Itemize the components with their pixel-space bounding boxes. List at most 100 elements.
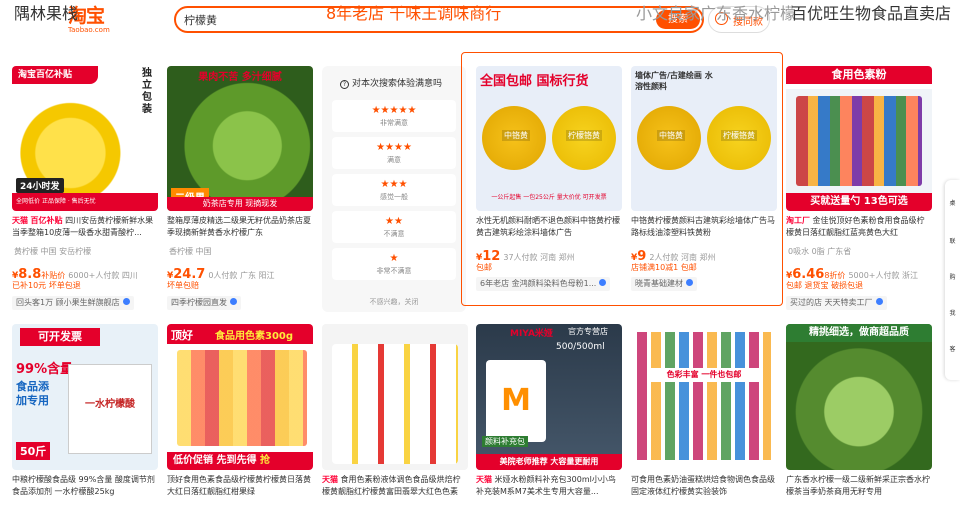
product-image[interactable]: 色彩丰富 一件也包邮: [631, 324, 777, 470]
bottom-strip: 美院老师推荐 大容量更耐用: [476, 454, 622, 470]
question-icon: ?: [340, 80, 349, 89]
product-title[interactable]: 中铬黄柠檬黄颜料古建筑彩绘墙体广告马路标线油漆塑料铁黄粉: [631, 215, 777, 240]
product-image[interactable]: 全国包邮 国标行货 中铬黄 柠檬铬黄 一公斤起售 一包25公斤 量大价优 可开发…: [476, 66, 622, 211]
volume-text: 500/500ml: [556, 342, 605, 352]
product-title[interactable]: 中粮柠檬酸食品级 99%含量 酸度调节剂食品添加剂 一水柠檬酸25kg: [12, 474, 158, 499]
shop-name[interactable]: 买过的店 天天特卖工厂: [786, 296, 887, 310]
survey-option[interactable]: ★★★★ 满意: [332, 137, 456, 169]
product-title[interactable]: 顶好食用色素食品级柠檬黄柠檬黄日落黄大红日落红靓脂红柑果绿: [167, 474, 313, 499]
product-image[interactable]: 顶好 食品用色素300g 低价促销 先到先得 抢: [167, 324, 313, 470]
tmall-tag: 天猫: [12, 216, 28, 225]
sales: 2人付款 河南 郑州: [649, 253, 716, 262]
image-headline: 墙体广告/古建绘画 水溶性颜料: [635, 71, 713, 91]
product-image[interactable]: MIYA米娅 官方专营店 500/500ml M 颜料补充包 美院老师推荐 大容…: [476, 324, 622, 470]
product-pack: M: [486, 360, 546, 442]
shop-name[interactable]: 晓青基础建材: [631, 277, 697, 291]
label-text: 柠檬铬黄: [566, 130, 602, 141]
survey-question: ? 对本次搜索体验满意吗: [340, 76, 442, 89]
stars-icon: ★★★★★: [371, 105, 417, 116]
badge: 24小时发: [16, 178, 64, 193]
product-image[interactable]: [322, 324, 468, 470]
brand-text: MIYA米娅: [510, 329, 553, 339]
bottles-image: [332, 344, 458, 464]
shop-label: 回头客1万 顾小果生鲜旗舰店: [16, 298, 120, 307]
subsidy-ribbon: 淘宝百亿补贴: [12, 66, 98, 84]
product-image[interactable]: 精挑细选，做商超品质: [786, 324, 932, 470]
shop-label: 买过的店 天天特卖工厂: [790, 298, 873, 307]
stars-icon: ★: [389, 253, 399, 264]
product-image[interactable]: 淘宝百亿补贴 独立包装 24小时发 全网低价 正品保障 · 售后无忧: [12, 66, 158, 211]
promo-badges: 店铺满10减1 包邮: [631, 263, 697, 272]
purity-text: 99%含量: [16, 362, 74, 377]
product-title[interactable]: 广东香水柠檬一级二级新鲜采正宗香水柠檬茶当季奶茶商用无籽专用: [786, 474, 932, 499]
product-image[interactable]: 可开发票 99%含量 食品添加专用 一水柠檬酸 50斤: [12, 324, 158, 470]
survey-option[interactable]: ★★★ 感觉一般: [332, 174, 456, 206]
sidebar-item[interactable]: 桌: [947, 198, 958, 207]
product-image[interactable]: 墙体广告/古建绘画 水溶性颜料 中铬黄 柠檬铬黄: [631, 66, 777, 211]
factory-tag: 淘工厂: [786, 216, 810, 225]
product-title[interactable]: 整箱厚薄皮精选二级果无籽优品奶茶店夏季现摘新鲜黄香水柠檬广东: [167, 215, 313, 240]
shop-name[interactable]: 6年老店 金鸿颜料染料色母粉1...: [476, 277, 611, 291]
weight-badge: 50斤: [16, 442, 51, 460]
image-headline: 果肉不苦 多汁细腻: [198, 72, 282, 83]
survey-option[interactable]: ★ 非常不满意: [332, 248, 456, 280]
price-note: 8折价: [824, 271, 846, 280]
product-title[interactable]: 天猫 百亿补贴 四川安岳黄柠檬新鲜水果当季整箱10皮薄一级香水甜青酸柠...: [12, 215, 158, 240]
promo-banner: 色彩丰富 一件也包邮: [647, 368, 761, 382]
shop-icon: [686, 279, 693, 286]
option-label: 满意: [387, 156, 401, 164]
sidebar-item[interactable]: 我: [947, 308, 958, 317]
sidebar-item[interactable]: 客: [947, 344, 958, 353]
product-title[interactable]: 天猫 米娅水粉颜料补充包300ml小小鸟补充装M系M7美术生专用大容量...: [476, 474, 622, 499]
low-price-label: 全网低价: [16, 198, 41, 205]
shop-icon: [230, 298, 237, 305]
shop-line[interactable]: 小文良家广东香水柠檬: [636, 0, 796, 24]
shop-line[interactable]: 8年老店 千味王调味商行: [326, 0, 501, 24]
grab-text: 抢: [259, 455, 270, 466]
side-text: 独立包装: [142, 68, 152, 115]
option-label: 非常不满意: [376, 267, 412, 275]
stars-icon: ★★★★: [376, 142, 412, 153]
bottom-text: 一公斤起售 一包25公斤 量大价优 可开发票: [491, 194, 607, 201]
sidebar-item[interactable]: 联: [947, 236, 958, 245]
option-label: 感觉一般: [380, 193, 408, 201]
shop-line[interactable]: 隅林果栈: [14, 0, 78, 24]
sales: 6000+人付款 四川: [68, 271, 138, 280]
image-headline: 可开发票: [20, 328, 100, 346]
subsidy-tag: 百亿补贴: [30, 216, 63, 225]
image-headline: 食用色素粉: [786, 66, 932, 84]
product-image[interactable]: 食用色素粉 买就送量勺 13色可选: [786, 66, 932, 211]
sidebar-item[interactable]: 购: [947, 272, 958, 281]
shop-label: 四季柠檬园直发: [171, 298, 227, 307]
shop-icon: [122, 298, 130, 305]
shop-name[interactable]: 四季柠檬园直发: [167, 296, 241, 310]
product-title[interactable]: 水性无机颜料耐晒不退色颜料中铬黄柠檬黄古建筑彩绘涂料墙体广告: [476, 215, 622, 240]
product-title[interactable]: 淘工厂 金佳悦顶好色素粉食用食品级柠檬黄日落红靓脂红蓝亮黄色大红: [786, 215, 932, 240]
survey-close[interactable]: 不感兴趣，关闭: [322, 297, 466, 307]
product-title[interactable]: 可食用色素奶油蛋糕烘焙食物调色食品级固定液体红柠檬黄实验装饰: [631, 474, 777, 499]
promo-badges: 已补10元 坏单包退: [12, 281, 81, 290]
shop-name[interactable]: 回头客1万 顾小果生鲜旗舰店: [12, 296, 134, 310]
product-title[interactable]: 天猫 食用色素粉液体调色食品级烘焙柠檬黄靓脂红柠檬黄富田翡翠大红色色素: [322, 474, 468, 499]
promo-badges: 包邮 退货宝 破损包退: [786, 281, 864, 290]
shop-label: 晓青基础建材: [635, 279, 683, 288]
price-note: 补贴价: [41, 271, 66, 280]
image-headline: 精挑细选，做商超品质: [786, 324, 932, 342]
option-label: 不满意: [383, 230, 405, 238]
search-input[interactable]: 柠檬黄: [184, 12, 217, 28]
bottom-strip: 奶茶店专用 现摘现发: [167, 197, 313, 211]
shop-icon: [875, 298, 883, 305]
logo-subtext: Taobao.com: [68, 26, 110, 34]
product-attrs: 0吸水 0脂 广东省: [788, 247, 852, 256]
product-line: 食品用色素300g: [215, 331, 294, 342]
product-image[interactable]: 果肉不苦 多汁细腻 二级果 奶茶店专用 现摘现发: [167, 66, 313, 211]
survey-option[interactable]: ★★ 不满意: [332, 211, 456, 243]
sales: 5000+人付款 浙江: [848, 271, 919, 280]
shop-line[interactable]: 百优旺生物食品直卖店: [791, 0, 951, 24]
store-label: 官方专营店: [568, 327, 608, 336]
brand-text: 顶好: [171, 329, 193, 342]
survey-option[interactable]: ★★★★★ 非常满意: [332, 100, 456, 132]
stars-icon: ★★: [385, 216, 403, 227]
refill-label: 颜料补充包: [482, 436, 528, 447]
promo-text: 低价促销 先到先得: [173, 455, 257, 466]
